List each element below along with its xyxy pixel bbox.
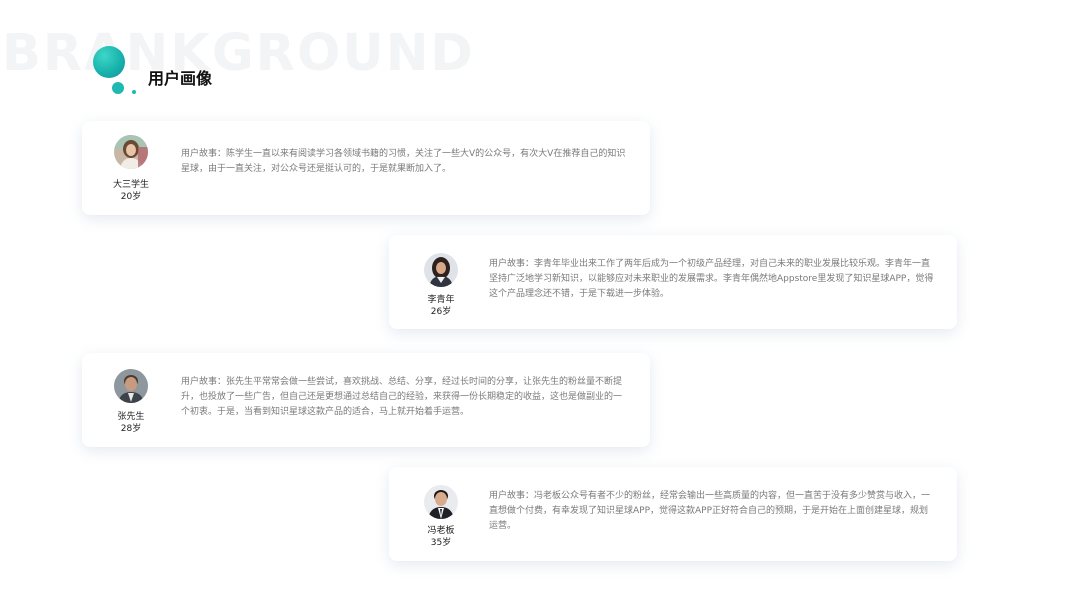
persona-card-2: 李青年 26岁 用户故事：李青年毕业出来工作了两年后成为一个初级产品经理，对自己…: [389, 235, 957, 329]
persona-age: 20岁: [120, 192, 142, 202]
woman-portrait-icon: [424, 253, 458, 287]
persona-story: 用户故事：陈学生一直以来有阅读学习各领域书籍的习惯，关注了一些大V的公众号，有次…: [181, 149, 626, 174]
persona-age: 35岁: [430, 538, 452, 548]
decorative-small-circle: [132, 90, 136, 94]
man-in-suit-portrait-icon: [424, 485, 458, 519]
slide: BRANKGROUND 用户画像 大三学生 20岁 用户故事：陈学生一直以来有阅…: [0, 0, 1066, 600]
persona-card-3: 张先生 28岁 用户故事：张先生平常常会做一些尝试，喜欢挑战、总结、分享，经过长…: [82, 353, 650, 447]
background-watermark-text: BRANKGROUND: [2, 24, 475, 83]
decorative-large-circle: [93, 46, 125, 78]
persona-age: 26岁: [430, 307, 452, 317]
persona-card-1: 大三学生 20岁 用户故事：陈学生一直以来有阅读学习各领域书籍的习惯，关注了一些…: [82, 121, 650, 215]
persona-story: 用户故事：李青年毕业出来工作了两年后成为一个初级产品经理，对自己未来的职业发展比…: [489, 259, 934, 299]
man-portrait-icon: [114, 369, 148, 403]
persona-card-4: 冯老板 35岁 用户故事：冯老板公众号有者不少的粉丝，经常会输出一些高质量的内容…: [389, 467, 957, 561]
page-title: 用户画像: [148, 69, 213, 88]
persona-story: 用户故事：冯老板公众号有者不少的粉丝，经常会输出一些高质量的内容，但一直苦于没有…: [489, 491, 931, 531]
decorative-medium-circle: [112, 82, 124, 94]
woman-portrait-icon: [114, 135, 148, 169]
persona-age: 28岁: [120, 424, 142, 434]
persona-story: 用户故事：张先生平常常会做一些尝试，喜欢挑战、总结、分享，经过长时间的分享，让张…: [181, 377, 623, 417]
